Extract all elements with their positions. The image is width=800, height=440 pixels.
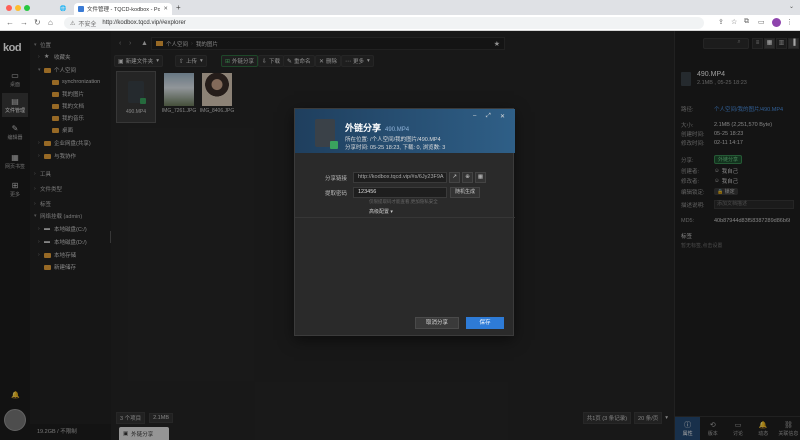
- new-tab-icon[interactable]: +: [176, 3, 181, 12]
- kod-favicon-icon: [78, 6, 84, 12]
- share-location: 所在位置: /个人空间/我的图片/490.MP4: [345, 137, 441, 143]
- extract-code-label: 提取密码: [324, 190, 347, 197]
- security-label: 不安全: [78, 21, 97, 28]
- share-link-dialog: 外链分享 490.MP4 所在位置: /个人空间/我的图片/490.MP4 分享时…: [294, 108, 515, 336]
- dialog-title-text: 外链分享: [345, 123, 382, 133]
- tab-close-icon[interactable]: ✕: [163, 6, 168, 12]
- extract-code-row: 提取密码 123456 随机生成: [309, 187, 509, 198]
- share-link-row: 分享链接 http://kodbox.tqcd.vip/#s/6Jy23F9A …: [309, 172, 509, 183]
- share-link-field[interactable]: http://kodbox.tqcd.vip/#s/6Jy23F9A: [353, 172, 447, 183]
- sidebar-toggle-icon[interactable]: ▭: [758, 18, 765, 26]
- close-window-icon[interactable]: [6, 5, 12, 11]
- maximize-icon[interactable]: ⤢: [486, 113, 491, 120]
- profile-avatar[interactable]: [772, 18, 781, 27]
- dialog-divider: [295, 217, 515, 218]
- minimize-window-icon[interactable]: [15, 5, 21, 11]
- advanced-label: 高级配置: [369, 209, 390, 215]
- bookmark-star-icon[interactable]: ☆: [731, 18, 737, 26]
- tab-list-chevron-icon[interactable]: ⌄: [789, 3, 794, 10]
- dialog-header: 外链分享 490.MP4 所在位置: /个人空间/我的图片/490.MP4 分享时…: [295, 109, 515, 153]
- browser-tab-inactive[interactable]: 🌐: [56, 3, 70, 15]
- advanced-settings-toggle[interactable]: 高级配置 ▾: [369, 208, 393, 215]
- copy-link-icon[interactable]: ⊕: [462, 172, 473, 183]
- extract-code-input[interactable]: 123456: [353, 187, 447, 198]
- browser-tab-bar: 🌐 文件管理 - TQCD-kodbox - Po ✕ + ⌄: [0, 0, 800, 15]
- extensions-icon[interactable]: ⧉: [744, 18, 749, 26]
- share-link-label: 分享链接: [324, 175, 347, 182]
- globe-icon: 🌐: [59, 6, 67, 12]
- url-field[interactable]: ⚠ 不安全 http://kodbox.tqcd.vip/#explorer: [64, 17, 704, 29]
- tab-title: 文件管理 - TQCD-kodbox - Po: [87, 7, 161, 13]
- chevron-down-icon: ▾: [390, 209, 393, 215]
- open-link-icon[interactable]: ↗: [449, 172, 460, 183]
- dialog-title: 外链分享 490.MP4: [345, 121, 409, 134]
- maximize-window-icon[interactable]: [24, 5, 30, 11]
- share-time-stats: 分享时间: 05-25 18:23, 下载: 0, 浏览数: 3: [345, 145, 446, 151]
- video-file-icon: [315, 119, 338, 149]
- share-icon[interactable]: ⇪: [718, 18, 724, 26]
- browser-tab-active[interactable]: 文件管理 - TQCD-kodbox - Po ✕: [74, 3, 172, 15]
- address-bar: ← → ↻ ⌂ ⚠ 不安全 http://kodbox.tqcd.vip/#ex…: [0, 15, 800, 31]
- warning-icon: ⚠: [70, 20, 76, 27]
- home-icon[interactable]: ⌂: [48, 18, 53, 28]
- menu-kebab-icon[interactable]: ⋮: [786, 18, 793, 26]
- minimize-icon[interactable]: –: [473, 113, 476, 119]
- cancel-share-button[interactable]: 取消分享: [415, 317, 459, 329]
- reload-icon[interactable]: ↻: [34, 18, 41, 28]
- url-text: http://kodbox.tqcd.vip/#explorer: [102, 20, 186, 26]
- save-button[interactable]: 保存: [466, 317, 504, 329]
- qrcode-icon[interactable]: ▦: [475, 172, 486, 183]
- extract-code-hint: 仅限提取码才能查看,更加隐私安全: [369, 199, 438, 204]
- random-generate-button[interactable]: 随机生成: [450, 187, 481, 198]
- forward-icon[interactable]: →: [20, 18, 28, 28]
- close-icon[interactable]: ✕: [500, 113, 505, 120]
- dialog-file-name: 490.MP4: [385, 127, 410, 133]
- back-icon[interactable]: ←: [6, 18, 14, 28]
